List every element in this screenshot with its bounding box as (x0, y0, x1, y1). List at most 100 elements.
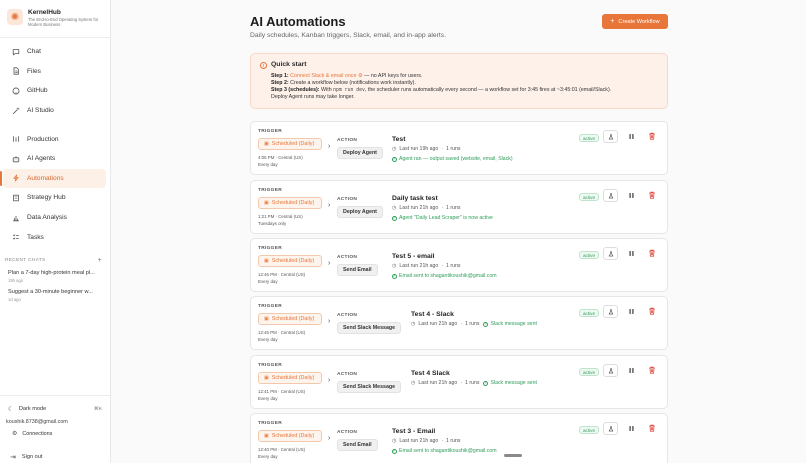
test-run-button[interactable] (603, 189, 618, 202)
main-content: AI Automations Daily schedules, Kanban t… (111, 0, 806, 463)
pause-button[interactable] (628, 308, 635, 315)
calendar-icon: ▣ (264, 375, 269, 381)
sidebar-item-label: Chat (27, 48, 41, 56)
recent-chat-item[interactable]: Suggest a 30-minute beginner w... 1d ago (0, 283, 110, 302)
pause-button[interactable] (628, 425, 635, 432)
pause-button[interactable] (628, 192, 635, 199)
sidebar-item-chat[interactable]: Chat (3, 42, 106, 62)
workflow-card[interactable]: TRIGGER ▣ Scheduled (Daily) 12:41 PM · Cent… (250, 355, 668, 409)
sparkle-icon: ✺ (7, 9, 23, 25)
plus-icon: + (610, 18, 615, 25)
dark-mode-toggle[interactable]: ☾ Dark mode ⌘K (0, 401, 110, 413)
brand[interactable]: ✺ KernelHub The End-to-End Operating Sys… (0, 0, 110, 38)
new-chat-plus-icon[interactable]: + (98, 257, 102, 264)
workflow-run-meta: ◷ Last run 21h ago · 1 runs (392, 263, 461, 269)
github-icon (12, 87, 20, 95)
schedule-frequency: Every day (258, 162, 278, 167)
delete-button[interactable] (648, 307, 656, 315)
schedule-frequency: Every day (258, 396, 278, 401)
file-icon (12, 67, 20, 75)
quick-start-title: Quick start (271, 61, 307, 68)
sidebar-item-github[interactable]: GitHub (3, 81, 106, 101)
check-circle-icon: ✓ (392, 215, 397, 221)
test-run-button[interactable] (603, 422, 618, 435)
trigger-label: TRIGGER (258, 304, 282, 309)
action-type-button[interactable]: Deploy Agent (337, 206, 383, 218)
delete-button[interactable] (648, 132, 656, 140)
connect-slack-email-link[interactable]: Connect Slack & email once ⚙ (290, 73, 362, 79)
trigger-schedule-chip[interactable]: ▣ Scheduled (Daily) (258, 138, 322, 150)
sidebar-item-ai-studio[interactable]: AI Studio (3, 101, 106, 121)
step-3-a: With (319, 87, 334, 93)
sidebar-item-data-analysis[interactable]: Data Analysis (3, 208, 106, 228)
workflow-card[interactable]: TRIGGER ▣ Scheduled (Daily) 4:05 PM · Centr… (250, 121, 668, 175)
magic-wand-icon (12, 107, 20, 115)
last-run: Last run 19h ago (399, 146, 439, 152)
action-type-button[interactable]: Send Email (337, 439, 378, 451)
run-count: 1 runs (446, 263, 461, 269)
sidebar-item-files[interactable]: Files (3, 62, 106, 82)
test-run-button[interactable] (603, 364, 618, 377)
workflow-card[interactable]: TRIGGER ▣ Scheduled (Daily) 12:40 PM · Cent… (250, 413, 668, 463)
trigger-schedule-chip[interactable]: ▣ Scheduled (Daily) (258, 372, 322, 384)
chevron-right-icon: › (328, 435, 331, 442)
run-result: ✓ Agent ran — output saved (website, emai… (392, 156, 513, 162)
pause-button[interactable] (628, 367, 635, 374)
trigger-schedule-chip[interactable]: ▣ Scheduled (Daily) (258, 313, 322, 325)
action-type-button[interactable]: Deploy Agent (337, 147, 383, 159)
action-type-button[interactable]: Send Slack Message (337, 381, 402, 393)
delete-button[interactable] (648, 366, 656, 374)
step-3-c: Deploy Agent runs may take longer. (271, 94, 355, 100)
sidebar-item-label: AI Agents (27, 155, 56, 163)
step-1-prefix: Step 1: (271, 73, 289, 79)
test-run-button[interactable] (603, 130, 618, 143)
trash-icon (649, 307, 655, 315)
schedule-frequency: Tuesdays only (258, 221, 287, 226)
action-type-button[interactable]: Send Email (337, 264, 378, 276)
chevron-right-icon: › (328, 202, 331, 209)
test-run-button[interactable] (603, 305, 618, 318)
trigger-type: Scheduled (Daily) (271, 258, 315, 264)
pause-icon (629, 193, 634, 198)
sign-out-button[interactable]: ⇥ Sign out (0, 437, 110, 461)
workflow-name: Test 4 Slack (411, 370, 450, 377)
trigger-type: Scheduled (Daily) (271, 375, 315, 381)
check-circle-icon: ✓ (483, 321, 489, 327)
schedule-time: 12:40 PM · Central (US) (258, 447, 306, 452)
trigger-schedule-chip[interactable]: ▣ Scheduled (Daily) (258, 197, 322, 209)
schedule-time: 12:45 PM · Central (US) (258, 330, 306, 335)
brand-tagline: The End-to-End Operating System for Mode… (28, 17, 99, 28)
workflow-card[interactable]: TRIGGER ▣ Scheduled (Daily) 12:45 PM · Cent… (250, 296, 668, 350)
pause-button[interactable] (628, 250, 635, 257)
sidebar: ✺ KernelHub The End-to-End Operating Sys… (0, 0, 111, 463)
sidebar-item-automations[interactable]: Automations (0, 168, 106, 189)
create-workflow-button[interactable]: + Create Workflow (602, 14, 668, 29)
workflow-card[interactable]: TRIGGER ▣ Scheduled (Daily) 12:46 PM · Cent… (250, 238, 668, 292)
sidebar-item-production[interactable]: Production (3, 129, 106, 149)
recent-chat-item[interactable]: Plan a 7-day high-protein meal pl... 19h… (0, 264, 110, 283)
test-run-button[interactable] (603, 247, 618, 260)
connections-link[interactable]: ⚙ Connections (0, 425, 110, 438)
delete-button[interactable] (648, 249, 656, 257)
workflow-card[interactable]: TRIGGER ▣ Scheduled (Daily) 1:21 PM · Centr… (250, 180, 668, 234)
run-result: ✓ Agent "Daily Lead Scraper" is now activ… (392, 215, 493, 221)
chevron-right-icon: › (328, 260, 331, 267)
dark-mode-label: Dark mode (18, 406, 47, 412)
sidebar-item-strategy-hub[interactable]: Strategy Hub (3, 188, 106, 208)
delete-button[interactable] (648, 191, 656, 199)
sidebar-item-ai-agents[interactable]: AI Agents (3, 149, 106, 169)
trigger-schedule-chip[interactable]: ▣ Scheduled (Daily) (258, 430, 322, 442)
flask-icon (608, 192, 613, 198)
flask-icon (608, 133, 613, 139)
action-type-button[interactable]: Send Slack Message (337, 322, 402, 334)
sidebar-item-label: Tasks (27, 233, 44, 241)
sidebar-item-label: GitHub (27, 87, 48, 95)
sidebar-item-tasks[interactable]: Tasks (3, 227, 106, 247)
step-2-text: Create a workflow below (notifications w… (288, 80, 416, 86)
building-icon (12, 194, 20, 202)
delete-button[interactable] (648, 424, 656, 432)
scroll-indicator[interactable] (504, 454, 522, 457)
trigger-schedule-chip[interactable]: ▣ Scheduled (Daily) (258, 255, 322, 267)
pause-button[interactable] (628, 133, 635, 140)
schedule-time: 12:41 PM · Central (US) (258, 389, 306, 394)
